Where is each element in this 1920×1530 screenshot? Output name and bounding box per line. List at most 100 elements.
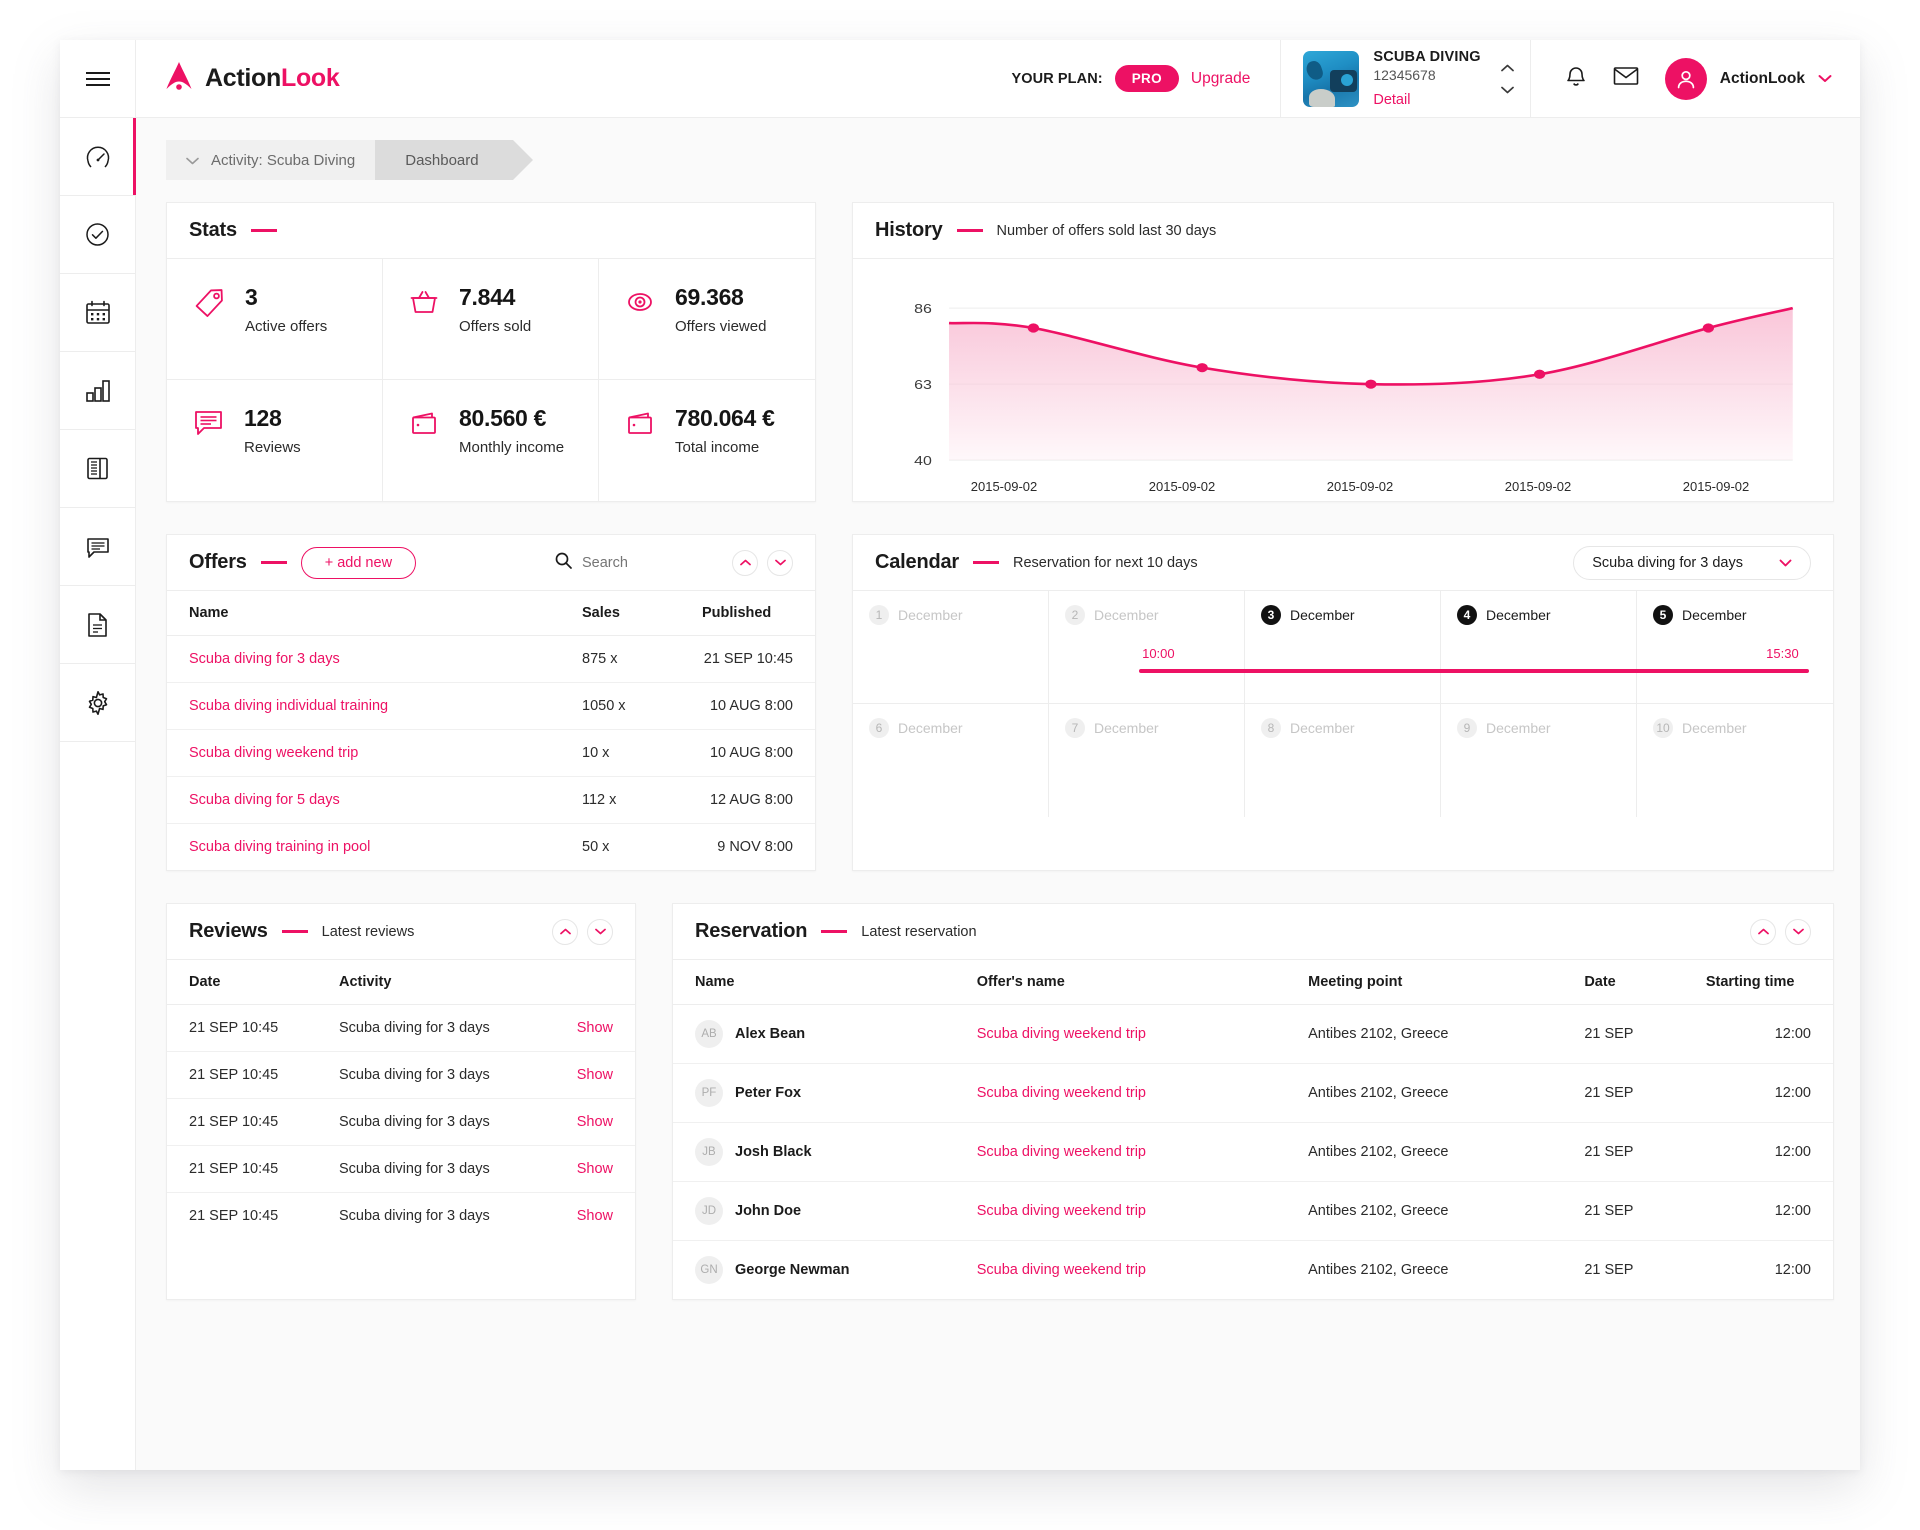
sort-up-button[interactable] [1750, 918, 1776, 945]
calendar-day-cell[interactable]: 9 December [1441, 704, 1637, 817]
breadcrumb-activity[interactable]: Activity: Scuba Diving [166, 140, 410, 180]
app-window: ActionLook YOUR PLAN: PRO Upgrade SCUBA … [60, 39, 1860, 1470]
stat-offers-viewed: 69.368 Offers viewed [599, 259, 815, 380]
avatar: GN [695, 1256, 723, 1284]
review-date: 21 SEP 10:45 [167, 1145, 317, 1193]
col-activity[interactable]: Activity [317, 960, 500, 1005]
table-row[interactable]: 21 SEP 10:45 Scuba diving for 3 days Show [167, 1098, 635, 1146]
calendar-day-cell[interactable]: 5 December [1637, 591, 1833, 704]
col-meeting-point[interactable]: Meeting point [1286, 960, 1563, 1005]
reviews-table: Date Activity 21 SEP 10:45 Scuba diving f… [167, 960, 635, 1239]
reservation-offer[interactable]: Scuba diving weekend trip [954, 1181, 1287, 1241]
sidebar-item-dashboard[interactable] [60, 118, 136, 196]
bell-icon[interactable] [1565, 64, 1587, 93]
day-month: December [1094, 607, 1159, 623]
col-starting-time[interactable]: Starting time [1683, 960, 1833, 1005]
calendar-day-cell[interactable]: 7 December [1049, 704, 1245, 817]
offer-name[interactable]: Scuba diving training in pool [167, 824, 560, 871]
logo[interactable]: ActionLook [136, 60, 406, 97]
sidebar-item-settings[interactable] [60, 664, 135, 742]
calendar-header: Calendar Reservation for next 10 days Sc… [853, 535, 1833, 591]
stat-label: Total income [675, 439, 760, 457]
col-offer-name[interactable]: Offer's name [954, 960, 1287, 1005]
sort-down-button[interactable] [767, 549, 793, 576]
sort-down-button[interactable] [587, 918, 613, 945]
activity-detail-link[interactable]: Detail [1373, 91, 1480, 109]
offers-header: Offers + add new [167, 535, 815, 591]
col-published[interactable]: Published [680, 591, 815, 636]
calendar-day-cell[interactable]: 1 December [853, 591, 1049, 704]
table-row[interactable]: Scuba diving weekend trip 10 x 10 AUG 8:00 [167, 729, 815, 777]
table-row[interactable]: 21 SEP 10:45 Scuba diving for 3 days Show [167, 1145, 635, 1193]
table-row[interactable]: JD John Doe Scuba diving weekend trip Antib… [673, 1181, 1833, 1241]
calendar-day-cell[interactable]: 4 December [1441, 591, 1637, 704]
table-row[interactable]: PF Peter Fox Scuba diving weekend trip Anti… [673, 1063, 1833, 1123]
reservation-offer[interactable]: Scuba diving weekend trip [955, 1241, 1286, 1300]
upgrade-link[interactable]: Upgrade [1191, 70, 1250, 88]
calendar-day-cell[interactable]: 8 December [1245, 704, 1441, 817]
table-row[interactable]: Scuba diving for 5 days 112 x 12 AUG 8:00 [167, 776, 815, 824]
sidebar-item-documents[interactable] [60, 586, 135, 664]
sidebar-item-offers[interactable] [60, 430, 135, 508]
offer-name[interactable]: Scuba diving for 3 days [167, 635, 560, 683]
reservation-offer[interactable]: Scuba diving weekend trip [954, 1063, 1287, 1123]
show-link[interactable]: Show [500, 1051, 635, 1099]
table-row[interactable]: 21 SEP 10:45 Scuba diving for 3 days Show [167, 1051, 635, 1099]
user-menu[interactable]: ActionLook [1664, 57, 1832, 100]
review-date: 21 SEP 10:45 [167, 1098, 317, 1146]
offer-sales: 875 x [560, 635, 680, 683]
col-date[interactable]: Date [1562, 960, 1684, 1005]
reservation-offer[interactable]: Scuba diving weekend trip [954, 1122, 1287, 1182]
offer-name[interactable]: Scuba diving weekend trip [167, 729, 560, 777]
sidebar-item-statistics[interactable] [60, 352, 135, 430]
activity-switcher[interactable]: SCUBA DIVING 12345678 Detail [1280, 39, 1531, 118]
sidebar-item-reviews[interactable] [60, 508, 135, 586]
calendar-day-cell[interactable]: 6 December [853, 704, 1049, 817]
sidebar-item-calendar[interactable] [60, 274, 135, 352]
col-name[interactable]: Name [673, 960, 955, 1005]
table-row[interactable]: Scuba diving training in pool 50 x 9 NOV 8… [167, 824, 815, 871]
sort-up-button[interactable] [732, 549, 758, 576]
show-link[interactable]: Show [500, 1098, 635, 1146]
sidebar-item-menu[interactable] [60, 40, 135, 118]
add-new-button[interactable]: + add new [300, 546, 417, 579]
sidebar-item-tasks[interactable] [60, 196, 135, 274]
table-row[interactable]: 21 SEP 10:45 Scuba diving for 3 days Show [167, 1193, 635, 1240]
search-input[interactable] [582, 554, 702, 571]
chart-x-tick: 2015-09-02 [1504, 479, 1572, 494]
chevron-down-icon [1779, 555, 1792, 571]
offer-select[interactable]: Scuba diving for 3 days [1573, 545, 1811, 580]
reservation-offer[interactable]: Scuba diving weekend trip [954, 1004, 1287, 1064]
sort-up-button[interactable] [552, 918, 578, 945]
offers-search[interactable] [555, 552, 702, 574]
chart-x-tick: 2015-09-02 [1682, 479, 1750, 494]
table-row[interactable]: 21 SEP 10:45 Scuba diving for 3 days Show [167, 1004, 635, 1052]
table-row[interactable]: Scuba diving individual training 1050 x 10… [167, 682, 815, 730]
calendar-day-cell[interactable]: 2 December [1049, 591, 1245, 704]
table-row[interactable]: AB Alex Bean Scuba diving weekend trip Anti… [673, 1004, 1833, 1064]
calendar-day-cell[interactable]: 10 December [1637, 704, 1833, 817]
reviews-title: Reviews [189, 920, 268, 942]
col-name[interactable]: Name [167, 591, 560, 636]
show-link[interactable]: Show [500, 1193, 635, 1240]
table-row[interactable]: JB Josh Black Scuba diving weekend trip Ant… [673, 1122, 1833, 1182]
offer-name[interactable]: Scuba diving individual training [167, 682, 560, 730]
table-row[interactable]: Scuba diving for 3 days 875 x 21 SEP 10:45 [167, 635, 815, 683]
reviews-card: Reviews Latest reviews Date Activity 21 … [166, 903, 636, 1300]
activity-stepper[interactable] [1500, 59, 1514, 99]
reservation-date: 21 SEP [1584, 1262, 1634, 1278]
offer-published: 10 AUG 8:00 [680, 682, 815, 730]
col-action [500, 960, 635, 1005]
history-chart-svg: 40 63 86 [914, 302, 1794, 469]
table-row[interactable]: GN George Newman Scuba diving weekend trip… [673, 1241, 1833, 1300]
envelope-icon[interactable] [1613, 66, 1639, 91]
show-link[interactable]: Show [500, 1004, 635, 1052]
col-date[interactable]: Date [167, 960, 317, 1005]
offer-name[interactable]: Scuba diving for 5 days [167, 776, 560, 824]
calendar-day-cell[interactable]: 3 December [1245, 591, 1441, 704]
show-link[interactable]: Show [500, 1145, 635, 1193]
breadcrumb-current[interactable]: Dashboard [375, 140, 534, 180]
sort-down-button[interactable] [1785, 918, 1811, 945]
stats-header: Stats [167, 203, 815, 259]
col-sales[interactable]: Sales [560, 591, 680, 636]
